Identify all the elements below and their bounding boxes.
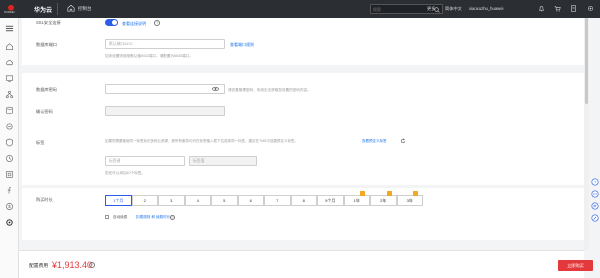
fee-label: 配置费用 bbox=[29, 264, 49, 269]
storage-icon[interactable] bbox=[5, 106, 14, 115]
database-icon[interactable] bbox=[5, 122, 14, 131]
fee-help-icon[interactable]: ? bbox=[89, 261, 95, 268]
settings-icon[interactable] bbox=[587, 5, 594, 12]
scrollbar-thumb[interactable] bbox=[585, 18, 588, 104]
huawei-logo-mark-icon bbox=[7, 3, 15, 11]
tag-value-input[interactable]: 标签值 bbox=[189, 156, 257, 166]
order-footer: 配置费用 ¥1,913.40 ? 立即购买 bbox=[19, 250, 593, 278]
search-input[interactable] bbox=[371, 5, 431, 14]
compute-icon[interactable] bbox=[5, 74, 14, 83]
container-icon[interactable] bbox=[5, 170, 14, 179]
edit-icon[interactable] bbox=[591, 214, 599, 222]
ssl-help-icon[interactable]: ? bbox=[154, 20, 160, 26]
tags-description: 如果您需要使用同一标签标识多种云资源，即所有服务均可在标签输入框下拉选择同一标签… bbox=[105, 139, 298, 143]
auto-renew-checkbox[interactable] bbox=[105, 215, 109, 219]
confirm-password-label: 确认密码 bbox=[36, 109, 53, 114]
brand-name[interactable]: 华为云 bbox=[34, 5, 52, 14]
duration-option[interactable]: 1个月 bbox=[105, 195, 132, 206]
discount-badge-icon bbox=[413, 191, 418, 196]
ssl-toggle[interactable] bbox=[105, 19, 118, 26]
duration-option[interactable]: 8 bbox=[290, 195, 317, 206]
duration-option[interactable]: 4 bbox=[184, 195, 211, 206]
console-link[interactable]: 控制台 bbox=[78, 6, 92, 12]
port-rule-link[interactable]: 查看端口规则 bbox=[230, 42, 254, 48]
discount-badge-icon bbox=[360, 191, 365, 196]
huawei-logo[interactable]: HUAWEI bbox=[4, 3, 18, 15]
password-label: 数据库密码 bbox=[36, 87, 57, 92]
duration-option[interactable]: 2年 bbox=[370, 191, 397, 206]
confirm-password-input[interactable] bbox=[105, 106, 225, 116]
duration-option[interactable]: 3年 bbox=[396, 191, 423, 206]
security-icon[interactable] bbox=[5, 138, 14, 147]
menu-icon[interactable] bbox=[5, 24, 14, 33]
fee-value: ¥1,913.40 bbox=[52, 259, 93, 270]
home-service-icon[interactable] bbox=[5, 42, 14, 51]
connection-card: SSL安全连接 查看连接说明 ? 数据库端口 默认端口5432 查看端口规则 如… bbox=[22, 18, 584, 65]
renew-help-icon[interactable]: ? bbox=[170, 214, 175, 220]
topbar-divider bbox=[57, 3, 58, 15]
eye-icon[interactable] bbox=[212, 86, 219, 92]
main-content: SSL安全连接 查看连接说明 ? 数据库端口 默认端口5432 查看端口规则 如… bbox=[22, 18, 584, 240]
tags-hint: 您还可以添加10个标签。 bbox=[105, 171, 145, 175]
bell-icon[interactable] bbox=[538, 5, 545, 12]
top-navigation-bar: HUAWEI 华为云 控制台 更多 简体中文 xiaoxuzhu_huawei bbox=[0, 0, 600, 18]
marketplace-icon[interactable]: $ bbox=[5, 202, 14, 211]
duration-option[interactable]: 7 bbox=[264, 195, 291, 206]
function-icon[interactable] bbox=[5, 186, 14, 195]
renew-rules-link[interactable]: 扣费规则 和 续费时长 bbox=[136, 215, 170, 220]
monitor-icon[interactable] bbox=[5, 154, 14, 163]
ssl-help-link[interactable]: 查看连接说明 bbox=[122, 21, 146, 27]
duration-option[interactable]: 2 bbox=[131, 195, 158, 206]
language-switch[interactable]: 简体中文 bbox=[445, 6, 462, 12]
port-label: 数据库端口 bbox=[36, 42, 57, 47]
duration-label: 购买时长 bbox=[36, 197, 53, 202]
duration-card: 购买时长 自动续费 扣费规则 和 续费时长 ? 1个月 2 3 4 5 6 7 8 9个月 1年 2… bbox=[22, 188, 584, 240]
duration-option[interactable]: 6 bbox=[237, 195, 264, 206]
network-icon[interactable] bbox=[5, 90, 14, 99]
help-circle-icon[interactable]: ? bbox=[591, 178, 599, 186]
password-hint: 请妥善管理密码，系统无法获取您设置的密码内容。 bbox=[228, 87, 311, 92]
duration-option[interactable]: 5 bbox=[211, 195, 238, 206]
svg-text:$: $ bbox=[8, 204, 11, 209]
buy-now-button[interactable]: 立即购买 bbox=[558, 259, 593, 271]
document-icon[interactable] bbox=[570, 5, 577, 12]
more-menu[interactable]: 更多 bbox=[427, 6, 435, 12]
password-input[interactable] bbox=[105, 84, 225, 94]
service-sidebar: $ bbox=[0, 18, 19, 278]
user-account[interactable]: xiaoxuzhu_huawei bbox=[469, 6, 503, 11]
home-icon[interactable] bbox=[67, 4, 75, 12]
tags-label: 标签 bbox=[36, 140, 45, 145]
tools-icon[interactable] bbox=[5, 218, 14, 227]
cloud-icon[interactable] bbox=[5, 58, 14, 67]
port-hint: 如未设置则使用默认值5432端口，请配置为8635端口。 bbox=[105, 54, 193, 58]
ssl-label: SSL安全连接 bbox=[36, 20, 61, 25]
predefined-tags-link[interactable]: 查看预定义标签 bbox=[362, 139, 387, 144]
feedback-icon[interactable] bbox=[591, 202, 599, 210]
refresh-icon[interactable] bbox=[400, 138, 406, 144]
chat-icon[interactable] bbox=[591, 190, 599, 198]
duration-option[interactable]: 9个月 bbox=[317, 195, 344, 206]
tags-card: 标签 如果您需要使用同一标签标识多种云资源，即所有服务均可在标签输入框下拉选择同… bbox=[22, 132, 584, 185]
auto-renew-label[interactable]: 自动续费 bbox=[113, 215, 127, 220]
duration-option[interactable]: 1年 bbox=[343, 191, 370, 206]
port-input[interactable]: 默认端口5432 bbox=[105, 39, 225, 49]
duration-option[interactable]: 3 bbox=[158, 195, 185, 206]
logo-text: HUAWEI bbox=[4, 11, 15, 14]
tag-key-input[interactable]: 标签键 bbox=[105, 156, 185, 166]
cart-icon[interactable] bbox=[554, 5, 561, 12]
discount-badge-icon bbox=[386, 191, 392, 196]
